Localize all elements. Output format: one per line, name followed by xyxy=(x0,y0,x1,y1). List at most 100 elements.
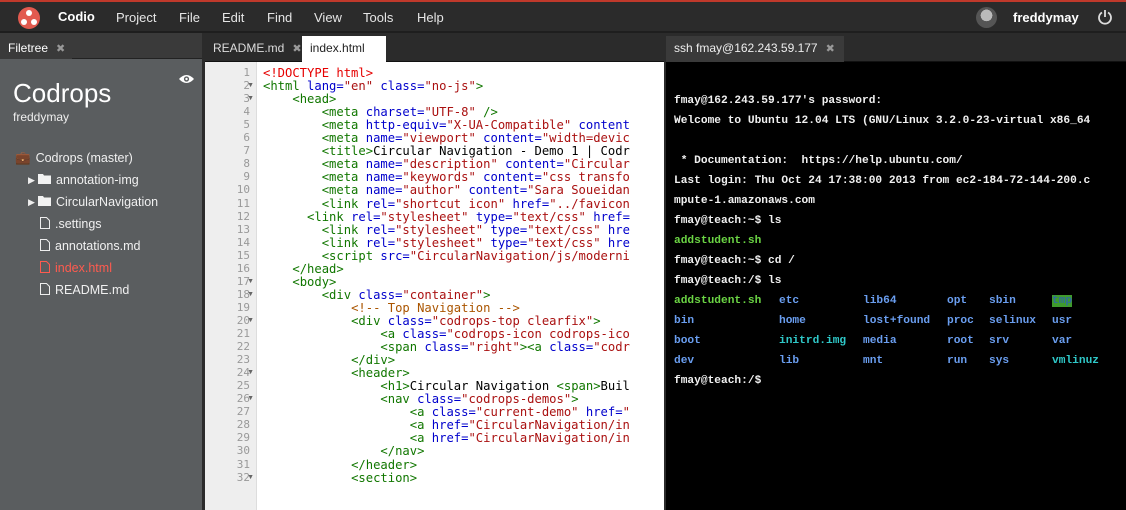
avatar[interactable] xyxy=(976,7,997,28)
eye-icon[interactable] xyxy=(178,73,195,85)
fold-arrow-icon[interactable]: ▼ xyxy=(247,82,254,89)
caret-right-icon[interactable]: ▶ xyxy=(28,175,38,186)
menu-find[interactable]: Find xyxy=(267,10,292,25)
editor-tabbar: README.md ✖ index.html xyxy=(205,33,664,62)
project-user: freddymay xyxy=(13,110,70,124)
code-line: <link rel="stylesheet" type="text/css" h… xyxy=(307,209,630,224)
file-icon xyxy=(40,238,50,254)
file-icon xyxy=(40,260,50,276)
code-line: <a href="CircularNavigation/in xyxy=(409,431,630,446)
code-line: <span class="right"><a class="codr xyxy=(380,340,630,355)
code-line: <h1>Circular Navigation <span>Buil xyxy=(380,379,630,394)
line-number: 15 xyxy=(236,248,250,262)
briefcase-icon: 💼 xyxy=(15,150,31,165)
code-line: <link rel="stylesheet" type="text/css" h… xyxy=(321,235,630,250)
fold-arrow-icon[interactable]: ▼ xyxy=(247,95,254,102)
menu-project[interactable]: Project xyxy=(116,10,156,25)
terminal-line: * Documentation: https://help.ubuntu.com… xyxy=(674,155,963,167)
line-number: 2 xyxy=(243,79,250,93)
menu-file[interactable]: File xyxy=(179,10,200,25)
line-number: 19 xyxy=(236,300,250,314)
line-gutter: 1 2 ▼ 3 ▼ 4 5 6 7 8 9 10 11 12 13 14 15 16 17 ▼ 18 ▼ 19 20 ▼ 21 22… xyxy=(205,62,257,510)
ls-entry: media xyxy=(863,335,897,347)
line-number: 20 xyxy=(236,313,250,327)
close-icon[interactable]: ✖ xyxy=(292,43,301,55)
line-number: 18 xyxy=(236,287,250,301)
tree-item-circularnavigation[interactable]: ▶ CircularNavigation xyxy=(28,192,158,212)
tree-item-readme-md[interactable]: README.md xyxy=(40,280,129,300)
close-icon[interactable]: ✖ xyxy=(56,43,65,55)
line-number: 25 xyxy=(236,379,250,393)
fold-arrow-icon[interactable]: ▼ xyxy=(247,291,254,298)
line-number: 11 xyxy=(236,196,250,210)
tab-ssh[interactable]: ssh fmay@162.243.59.177 ✖ xyxy=(666,36,844,62)
line-number: 28 xyxy=(236,418,250,432)
menu-help[interactable]: Help xyxy=(417,10,444,25)
tree-item-annotations-md[interactable]: annotations.md xyxy=(40,236,140,256)
menu-edit[interactable]: Edit xyxy=(222,10,244,25)
line-number: 21 xyxy=(236,327,250,340)
line-number: 1 xyxy=(243,66,250,79)
file-icon xyxy=(40,216,50,232)
code-line: <link rel="shortcut icon" href="../favic… xyxy=(321,196,630,211)
code-line: <meta name="keywords" content="css trans… xyxy=(321,170,630,185)
code-line: <div class="container"> xyxy=(321,287,491,302)
project-title: Codrops xyxy=(13,78,112,108)
tab-readme-md[interactable]: README.md ✖ xyxy=(205,36,302,62)
menu-tools[interactable]: Tools xyxy=(363,10,393,25)
ls-entry: lost+found xyxy=(863,315,931,327)
terminal-line: mpute-1.amazonaws.com xyxy=(674,195,815,207)
code-line: <head> xyxy=(292,92,337,107)
tree-item-annotation-img[interactable]: ▶ annotation-img xyxy=(28,170,139,190)
close-icon[interactable]: ✖ xyxy=(826,43,835,55)
terminal-pane[interactable]: ssh fmay@162.243.59.177 ✖ fmay@162.243.59… xyxy=(666,33,1126,510)
code-line: <html lang="en" class="no-js"> xyxy=(263,79,484,94)
fold-arrow-icon[interactable]: ▼ xyxy=(247,317,254,324)
caret-right-icon[interactable]: ▶ xyxy=(28,197,38,208)
terminal-line: fmay@162.243.59.177's password: xyxy=(674,95,883,107)
ls-entry: boot xyxy=(674,335,701,347)
line-number: 8 xyxy=(243,157,250,171)
code-line: </header> xyxy=(351,457,418,472)
tree-item-index-html[interactable]: index.html xyxy=(40,258,112,278)
codio-logo-icon[interactable] xyxy=(18,7,40,29)
filetree-panel: Filetree ✖ Codrops freddymay 💼 Codrops (m… xyxy=(0,33,202,510)
tree-item-settings[interactable]: .settings xyxy=(40,214,102,234)
line-number: 29 xyxy=(236,431,250,445)
code-line: <title>Circular Navigation - Demo 1 | Co… xyxy=(321,144,630,159)
line-number: 9 xyxy=(243,170,250,184)
fold-arrow-icon[interactable]: ▼ xyxy=(247,278,254,285)
code-area[interactable]: <!DOCTYPE html> <html lang="en" class="no… xyxy=(263,62,664,510)
fold-arrow-icon[interactable]: ▼ xyxy=(247,395,254,402)
tree-root-label: Codrops (master) xyxy=(35,151,133,165)
line-number: 23 xyxy=(236,353,250,367)
code-line: <body> xyxy=(292,274,337,289)
terminal-line: Last login: Thu Oct 24 17:38:00 2013 fro… xyxy=(674,175,1091,187)
ls-entry: initrd.img xyxy=(779,335,847,347)
folder-icon xyxy=(38,173,51,187)
code-line: <a class="codrops-icon codrops-ico xyxy=(380,327,630,341)
ls-entry: mnt xyxy=(863,355,884,367)
terminal-line: Welcome to Ubuntu 12.04 LTS (GNU/Linux 3… xyxy=(674,115,1091,127)
tab-label: index.html xyxy=(310,41,365,55)
tree-item-label: annotations.md xyxy=(55,239,141,253)
ls-entry: run xyxy=(947,355,968,367)
code-line: <meta name="viewport" content="width=dev… xyxy=(321,131,630,146)
code-line: </nav> xyxy=(380,444,425,459)
tab-index-html[interactable]: index.html xyxy=(302,36,386,62)
code-line: <meta name="description" content="Circul… xyxy=(321,157,630,172)
tree-item-label: CircularNavigation xyxy=(56,195,159,209)
code-line: <a class="current-demo" href=" xyxy=(409,405,630,420)
power-icon[interactable] xyxy=(1097,9,1113,25)
tab-filetree[interactable]: Filetree ✖ xyxy=(0,36,72,59)
tree-root[interactable]: 💼 Codrops (master) xyxy=(15,148,133,168)
tree-item-label: README.md xyxy=(55,283,130,297)
fold-arrow-icon[interactable]: ▼ xyxy=(247,369,254,376)
ls-entry: sys xyxy=(989,355,1010,367)
line-number: 6 xyxy=(243,131,250,145)
tab-label: README.md xyxy=(213,41,285,55)
fold-arrow-icon[interactable]: ▼ xyxy=(247,474,254,481)
ls-entry: bin xyxy=(674,315,695,327)
menu-view[interactable]: View xyxy=(314,10,342,25)
user-name[interactable]: freddymay xyxy=(1013,10,1079,25)
